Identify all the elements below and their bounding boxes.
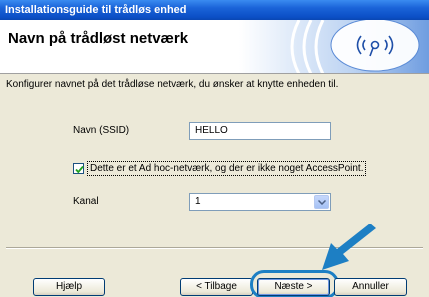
checkmark-icon [75, 165, 84, 174]
chevron-down-icon[interactable] [314, 195, 329, 209]
cancel-button[interactable]: Annuller [334, 278, 407, 296]
back-button[interactable]: < Tilbage [180, 278, 253, 296]
help-button[interactable]: Hjælp [33, 278, 105, 296]
channel-value: 1 [195, 196, 201, 207]
channel-label: Kanal [73, 196, 99, 207]
window-title: Installationsguide til trådløs enhed [5, 4, 187, 16]
page-title: Navn på trådløst netværk [8, 30, 189, 47]
channel-select[interactable]: 1 [189, 193, 331, 211]
header-banner: Navn på trådløst netværk [0, 20, 429, 74]
next-button[interactable]: Næste > [257, 278, 330, 296]
adhoc-checkbox-label[interactable]: Dette er et Ad hoc-netværk, og der er ik… [87, 161, 367, 176]
ssid-label: Navn (SSID) [73, 125, 130, 136]
window-titlebar: Installationsguide til trådløs enhed [0, 0, 429, 20]
adhoc-checkbox[interactable] [73, 163, 84, 174]
ssid-input[interactable]: HELLO [189, 122, 331, 140]
wireless-waves-icon [290, 20, 420, 73]
pointer-arrow-icon [322, 224, 376, 270]
instruction-text: Konfigurer navnet på det trådløse netvær… [6, 79, 339, 90]
